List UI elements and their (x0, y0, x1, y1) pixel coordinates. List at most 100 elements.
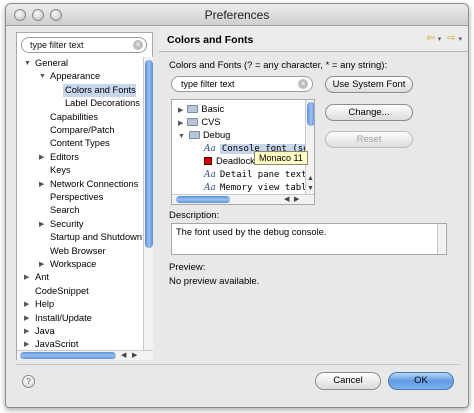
scroll-right-arrow-icon[interactable]: ▶ (132, 351, 137, 360)
preference-tree-panel: type filter text × ▼ General ▼ Appearance Co… (16, 32, 153, 360)
collapsed-triangle-icon[interactable]: ▶ (24, 325, 29, 338)
collapsed-triangle-icon[interactable]: ▶ (178, 120, 183, 127)
collapsed-triangle-icon[interactable]: ▶ (24, 312, 29, 325)
fonts-scroll-right-arrow-icon[interactable]: ▶ (294, 195, 299, 204)
tree-item[interactable]: ▶ Security (39, 218, 84, 231)
scroll-up-arrow-icon[interactable]: ▲ (307, 174, 314, 183)
tree-item[interactable]: ▶ Network Connections (39, 178, 138, 191)
tree-item[interactable]: ▶ Workspace (39, 258, 97, 271)
tree-horizontal-scroll-thumb[interactable] (20, 352, 116, 359)
fonts-tree-item[interactable]: ▶ CVS (178, 116, 221, 129)
fonts-filter-text: type filter text (181, 79, 235, 89)
collapsed-triangle-icon[interactable]: ▶ (24, 298, 29, 311)
fonts-tree-item[interactable]: Aa Memory view tabl (204, 181, 307, 194)
tree-item-label: Keys (50, 165, 71, 176)
tree-item[interactable]: ▶ Help (24, 298, 54, 311)
expanded-triangle-icon[interactable]: ▼ (39, 70, 46, 83)
preview-label: Preview: (169, 262, 206, 273)
font-icon: Aa (204, 144, 216, 154)
tree-item[interactable]: CodeSnippet (35, 285, 89, 298)
collapsed-triangle-icon[interactable]: ▶ (39, 178, 44, 191)
description-box: The font used by the debug console. (171, 223, 447, 255)
tree-item[interactable]: Search (50, 204, 79, 217)
collapsed-triangle-icon[interactable]: ▶ (178, 107, 183, 114)
font-icon: Aa (204, 170, 216, 180)
filter-hint: Colors and Fonts (? = any character, * =… (169, 60, 388, 71)
expanded-triangle-icon[interactable]: ▼ (24, 57, 31, 70)
forward-arrow-icon[interactable]: ⇨ (447, 33, 455, 44)
tree-horizontal-scrollbar[interactable]: ◀ ▶ (17, 350, 153, 360)
history-navigation: ⇦ ▾ ⇨ ▾ (423, 33, 462, 44)
tree-item[interactable]: Compare/Patch (50, 124, 115, 137)
tree-item-label: Workspace (50, 259, 97, 269)
tree-item[interactable]: Web Browser (50, 245, 106, 258)
tree-item[interactable]: Keys (50, 164, 71, 177)
scroll-left-arrow-icon[interactable]: ◀ (121, 351, 126, 360)
tree-item-label: CodeSnippet (35, 285, 89, 296)
collapsed-triangle-icon[interactable]: ▶ (39, 218, 44, 231)
fonts-tree-item[interactable]: Aa Detail pane text (204, 168, 307, 181)
forward-dropdown-icon[interactable]: ▾ (458, 36, 462, 43)
tree-item[interactable]: Colors and Fonts (63, 83, 136, 97)
fonts-vertical-scrollbar[interactable]: ▲ ▼ (305, 100, 314, 194)
change-button[interactable]: Change... (325, 104, 413, 121)
scroll-down-arrow-icon[interactable]: ▼ (307, 184, 314, 193)
collapsed-triangle-icon[interactable]: ▶ (24, 338, 29, 347)
fonts-tree-item-label: Debug (202, 130, 231, 140)
fonts-tree-item[interactable]: ▼ Debug (178, 129, 230, 142)
fonts-horizontal-scroll-thumb[interactable] (176, 196, 230, 203)
cancel-button[interactable]: Cancel (315, 372, 381, 390)
tree-item-label: Perspectives (50, 192, 104, 202)
fonts-tree-item-label: Memory view tabl (219, 183, 307, 193)
tree-item-label: Web Browser (50, 245, 106, 256)
help-icon[interactable]: ? (22, 375, 35, 388)
ok-button[interactable]: OK (388, 372, 454, 390)
fonts-tree-item[interactable]: ▶ Basic (178, 103, 224, 116)
back-dropdown-icon[interactable]: ▾ (438, 36, 442, 43)
collapsed-triangle-icon[interactable]: ▶ (24, 271, 29, 284)
tree-item[interactable]: ▶ Ant (24, 271, 49, 284)
use-system-font-button[interactable]: Use System Font (325, 76, 413, 93)
fonts-tree-item[interactable]: Deadlock (204, 155, 255, 168)
clear-filter-icon[interactable]: × (133, 40, 143, 50)
tree-item[interactable]: ▼ Appearance (39, 70, 101, 83)
tree-vertical-scroll-thumb[interactable] (145, 60, 153, 248)
expanded-triangle-icon[interactable]: ▼ (178, 133, 185, 140)
tree-item-label: Appearance (50, 71, 101, 82)
page-title: Colors and Fonts (167, 34, 254, 46)
tree-item[interactable]: Perspectives (50, 191, 103, 204)
fonts-vertical-scroll-thumb[interactable] (307, 102, 314, 126)
font-icon: Aa (204, 183, 216, 193)
tree-item[interactable]: ▶ Editors (39, 151, 79, 164)
fonts-scroll-left-arrow-icon[interactable]: ◀ (284, 195, 289, 204)
tree-item-label: Colors and Fonts (65, 84, 136, 95)
tree-item-label: General (35, 58, 69, 68)
tree-item[interactable]: Content Types (50, 137, 110, 150)
description-scrollbar[interactable] (437, 224, 446, 254)
tree-item-label: Java (35, 326, 55, 336)
fonts-filter-input[interactable]: type filter text × (171, 76, 313, 92)
tree-item[interactable]: ▼ General (24, 57, 69, 70)
description-text: The font used by the debug console. (176, 227, 327, 237)
tree-filter-input[interactable]: type filter text × (21, 37, 147, 53)
tree-item[interactable]: ▶ Install/Update (24, 312, 92, 325)
back-arrow-icon[interactable]: ⇦ (426, 33, 434, 44)
tree-item-label: Content Types (50, 138, 110, 149)
fonts-horizontal-scrollbar[interactable]: ◀ ▶ (172, 194, 314, 204)
reset-button[interactable]: Reset (325, 131, 413, 148)
footer-divider (16, 364, 460, 365)
tree-item[interactable]: Capabilities (50, 111, 98, 124)
tree-item-label: JavaScript (35, 339, 79, 347)
preference-tree: ▼ General ▼ Appearance Colors and Fonts Label… (17, 57, 142, 347)
tree-item[interactable]: ▶ Java (24, 325, 55, 338)
collapsed-triangle-icon[interactable]: ▶ (39, 258, 44, 271)
clear-fonts-filter-icon[interactable]: × (298, 79, 308, 89)
tree-item-label: Capabilities (50, 111, 99, 122)
collapsed-triangle-icon[interactable]: ▶ (39, 151, 44, 164)
tree-vertical-scrollbar[interactable] (143, 57, 153, 351)
fonts-tree-item-label: CVS (201, 117, 221, 127)
tree-item[interactable]: ▶ JavaScript (24, 338, 79, 347)
tree-item[interactable]: Startup and Shutdown (50, 231, 142, 244)
tree-item[interactable]: Label Decorations (65, 97, 140, 110)
fonts-tree-item-label: Detail pane text (219, 170, 307, 180)
